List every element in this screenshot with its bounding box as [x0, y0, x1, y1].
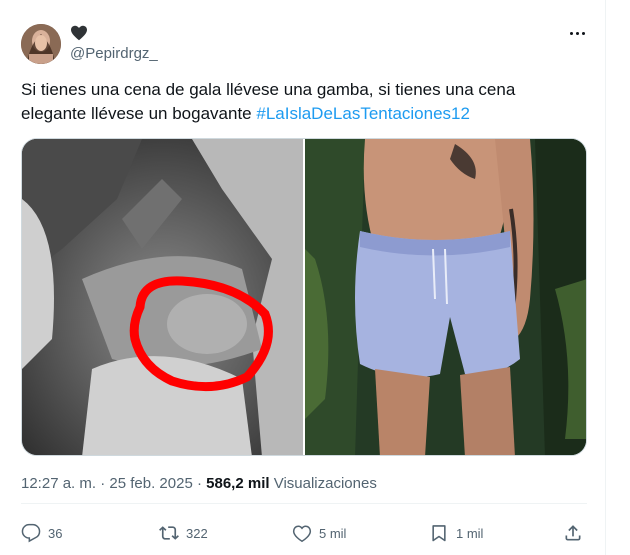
more-dot	[581, 31, 585, 35]
black-heart-icon	[71, 25, 87, 41]
reply-button[interactable]: 36	[21, 519, 62, 547]
repost-count: 322	[186, 525, 208, 541]
share-upload-icon	[565, 525, 581, 541]
more-dots-icon	[569, 31, 573, 35]
like-button[interactable]: 5 mil	[292, 519, 346, 547]
tweet-text: Si tienes una cena de gala llévese una g…	[21, 78, 581, 126]
avatar-image	[21, 24, 61, 64]
like-count: 5 mil	[319, 525, 347, 541]
bookmark-button[interactable]: 1 mil	[429, 519, 483, 547]
more-dot	[575, 31, 579, 35]
media-grid	[21, 138, 587, 456]
more-options-button[interactable]	[566, 22, 588, 44]
share-button[interactable]	[563, 519, 583, 547]
meta-separator: ·	[96, 475, 110, 492]
heart-outline-icon	[292, 525, 312, 543]
night-vision-photo	[22, 139, 303, 455]
reply-bubble-icon	[21, 523, 41, 543]
tweet-time[interactable]: 12:27 a. m.	[21, 475, 96, 492]
media-image-right[interactable]	[305, 139, 586, 455]
avatar[interactable]	[21, 24, 61, 64]
reply-count: 36	[48, 525, 63, 541]
bookmark-count: 1 mil	[456, 525, 484, 541]
views-label: Visualizaciones	[273, 475, 377, 492]
repost-button[interactable]: 322	[159, 519, 208, 547]
hashtag-link[interactable]: #LaIslaDeLasTentaciones12	[256, 104, 470, 123]
repost-arrows-icon	[159, 526, 179, 540]
tweet-date[interactable]: 25 feb. 2025	[109, 475, 192, 492]
user-handle[interactable]: @Pepirdrgz_	[70, 45, 158, 62]
action-bar: 36 322 5 mil 1 mil	[21, 519, 587, 547]
shorts-photo	[305, 139, 586, 455]
meta-separator-2: ·	[192, 475, 207, 492]
bookmark-icon	[432, 525, 446, 542]
tweet-metadata: 12:27 a. m. · 25 feb. 2025 · 586,2 mil V…	[21, 475, 377, 492]
views-count: 586,2 mil	[206, 475, 270, 492]
media-image-left[interactable]	[22, 139, 303, 455]
tweet-card: @Pepirdrgz_ Si tienes una cena de gala l…	[0, 0, 606, 555]
divider	[21, 503, 587, 504]
